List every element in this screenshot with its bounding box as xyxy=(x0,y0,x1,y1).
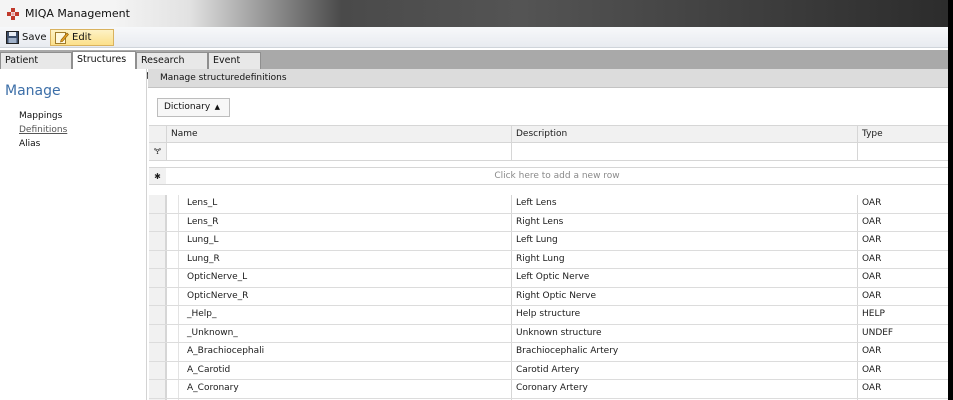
row-indicator[interactable] xyxy=(149,232,166,250)
cell-type[interactable]: OAR xyxy=(857,380,948,398)
main-panel: Manage structuredefinitions Dictionary ▲… xyxy=(148,69,948,400)
app-root: MIQA Management Save Edit Patient Struct… xyxy=(0,0,953,400)
tab-structures[interactable]: Structures xyxy=(72,51,136,69)
cell-description[interactable]: Help structure xyxy=(511,306,857,324)
grid-body: Lens_L Left Lens OAR Lens_R Right Lens OAR Lun… xyxy=(149,195,948,400)
row-indicator[interactable] xyxy=(149,380,166,398)
cell-name[interactable]: Lens_L xyxy=(166,195,511,213)
save-button[interactable]: Save xyxy=(2,29,51,46)
cell-description[interactable]: Carotid Artery xyxy=(511,361,857,379)
row-indicator[interactable] xyxy=(149,269,166,287)
table-row[interactable]: OpticNerve_R Right Optic Nerve OAR xyxy=(149,287,948,306)
cell-name[interactable]: _Help_ xyxy=(166,306,511,324)
column-header-description[interactable]: Description xyxy=(511,126,857,142)
row-indicator[interactable] xyxy=(149,306,166,324)
column-header-name[interactable]: Name xyxy=(166,126,511,142)
table-row[interactable]: Lung_L Left Lung OAR xyxy=(149,232,948,251)
cell-name[interactable]: A_Carotid xyxy=(166,361,511,379)
sidebar: Manage Mappings Definitions Alias xyxy=(0,69,147,400)
cell-name[interactable]: Lung_R xyxy=(166,250,511,268)
cell-description[interactable]: Left Lens xyxy=(511,195,857,213)
sidebar-item-mappings[interactable]: Mappings xyxy=(19,111,62,121)
filter-row: 🝖 xyxy=(149,143,948,161)
cell-description[interactable]: Left Lung xyxy=(511,232,857,250)
cell-name[interactable]: A_Coronary xyxy=(166,380,511,398)
miqa-logo-icon xyxy=(7,8,19,20)
table-row[interactable]: Lens_L Left Lens OAR xyxy=(149,195,948,214)
new-row[interactable]: ✱ Click here to add a new row xyxy=(149,167,948,185)
table-row[interactable]: _Unknown_ Unknown structure UNDEF xyxy=(149,324,948,343)
row-indicator[interactable] xyxy=(149,250,166,268)
cell-type[interactable]: OAR xyxy=(857,250,948,268)
cell-type[interactable]: OAR xyxy=(857,269,948,287)
edit-icon xyxy=(55,32,69,44)
sidebar-heading: Manage xyxy=(5,83,61,99)
tab-research-study[interactable]: Research study xyxy=(136,52,208,82)
edit-button[interactable]: Edit xyxy=(50,29,114,46)
filter-name-input[interactable] xyxy=(166,143,511,160)
sidebar-item-definitions[interactable]: Definitions xyxy=(19,125,67,135)
edit-button-label: Edit xyxy=(72,32,92,43)
row-indicator[interactable] xyxy=(149,287,166,305)
filter-icon: 🝖 xyxy=(149,143,166,160)
cell-description[interactable]: Unknown structure xyxy=(511,324,857,342)
cell-description[interactable]: Brachiocephalic Artery xyxy=(511,343,857,361)
cell-type[interactable]: OAR xyxy=(857,287,948,305)
row-indicator[interactable] xyxy=(149,213,166,231)
row-indicator[interactable] xyxy=(149,195,166,213)
row-indicator[interactable] xyxy=(149,361,166,379)
sidebar-item-alias[interactable]: Alias xyxy=(19,139,40,149)
main-window: MIQA Management Save Edit Patient Struct… xyxy=(0,0,948,400)
cell-type[interactable]: OAR xyxy=(857,195,948,213)
table-row[interactable]: A_Brachiocephali Brachiocephalic Artery OA… xyxy=(149,343,948,362)
cell-name[interactable]: A_Brachiocephali xyxy=(166,343,511,361)
window-title: MIQA Management xyxy=(25,7,130,20)
dictionary-label: Dictionary xyxy=(164,102,211,112)
cell-type[interactable]: OAR xyxy=(857,213,948,231)
cell-description[interactable]: Right Lung xyxy=(511,250,857,268)
new-row-icon: ✱ xyxy=(149,168,166,184)
table-row[interactable]: OpticNerve_L Left Optic Nerve OAR xyxy=(149,269,948,288)
title-bar[interactable]: MIQA Management xyxy=(0,0,948,27)
cell-type[interactable]: HELP xyxy=(857,306,948,324)
caret-up-icon: ▲ xyxy=(214,103,220,111)
tab-bar: Patient Structures Research study Event … xyxy=(0,50,948,82)
table-row[interactable]: A_Coronary Coronary Artery OAR xyxy=(149,380,948,399)
cell-type[interactable]: OAR xyxy=(857,343,948,361)
toolbar: Save Edit xyxy=(0,27,948,48)
filter-type-input[interactable] xyxy=(857,143,948,160)
table-row[interactable]: Lung_R Right Lung OAR xyxy=(149,250,948,269)
table-row[interactable]: Lens_R Right Lens OAR xyxy=(149,213,948,232)
cell-name[interactable]: Lung_L xyxy=(166,232,511,250)
tab-patient[interactable]: Patient xyxy=(0,52,72,69)
cell-description[interactable]: Right Lens xyxy=(511,213,857,231)
filter-description-input[interactable] xyxy=(511,143,857,160)
cell-description[interactable]: Left Optic Nerve xyxy=(511,269,857,287)
column-header-type[interactable]: Type xyxy=(857,126,948,142)
cell-type[interactable]: OAR xyxy=(857,361,948,379)
cell-description[interactable]: Right Optic Nerve xyxy=(511,287,857,305)
cell-name[interactable]: _Unknown_ xyxy=(166,324,511,342)
cell-type[interactable]: UNDEF xyxy=(857,324,948,342)
save-button-label: Save xyxy=(22,32,47,43)
dictionary-dropdown[interactable]: Dictionary ▲ xyxy=(157,98,230,117)
header-indicator xyxy=(149,126,166,142)
save-icon xyxy=(6,31,19,44)
definitions-grid: Name Description Type 🝖 ✱ Click here to … xyxy=(149,125,948,400)
table-row[interactable]: A_Carotid Carotid Artery OAR xyxy=(149,361,948,380)
panel-header: Manage structuredefinitions xyxy=(148,69,948,88)
cell-type[interactable]: OAR xyxy=(857,232,948,250)
row-indicator[interactable] xyxy=(149,324,166,342)
new-row-hint: Click here to add a new row xyxy=(494,171,620,181)
grid-header: Name Description Type xyxy=(149,125,948,143)
cell-name[interactable]: OpticNerve_R xyxy=(166,287,511,305)
tab-event-log[interactable]: Event log xyxy=(208,52,261,82)
cell-name[interactable]: OpticNerve_L xyxy=(166,269,511,287)
table-row[interactable]: _Help_ Help structure HELP xyxy=(149,306,948,325)
row-indicator[interactable] xyxy=(149,343,166,361)
cell-name[interactable]: Lens_R xyxy=(166,213,511,231)
cell-description[interactable]: Coronary Artery xyxy=(511,380,857,398)
